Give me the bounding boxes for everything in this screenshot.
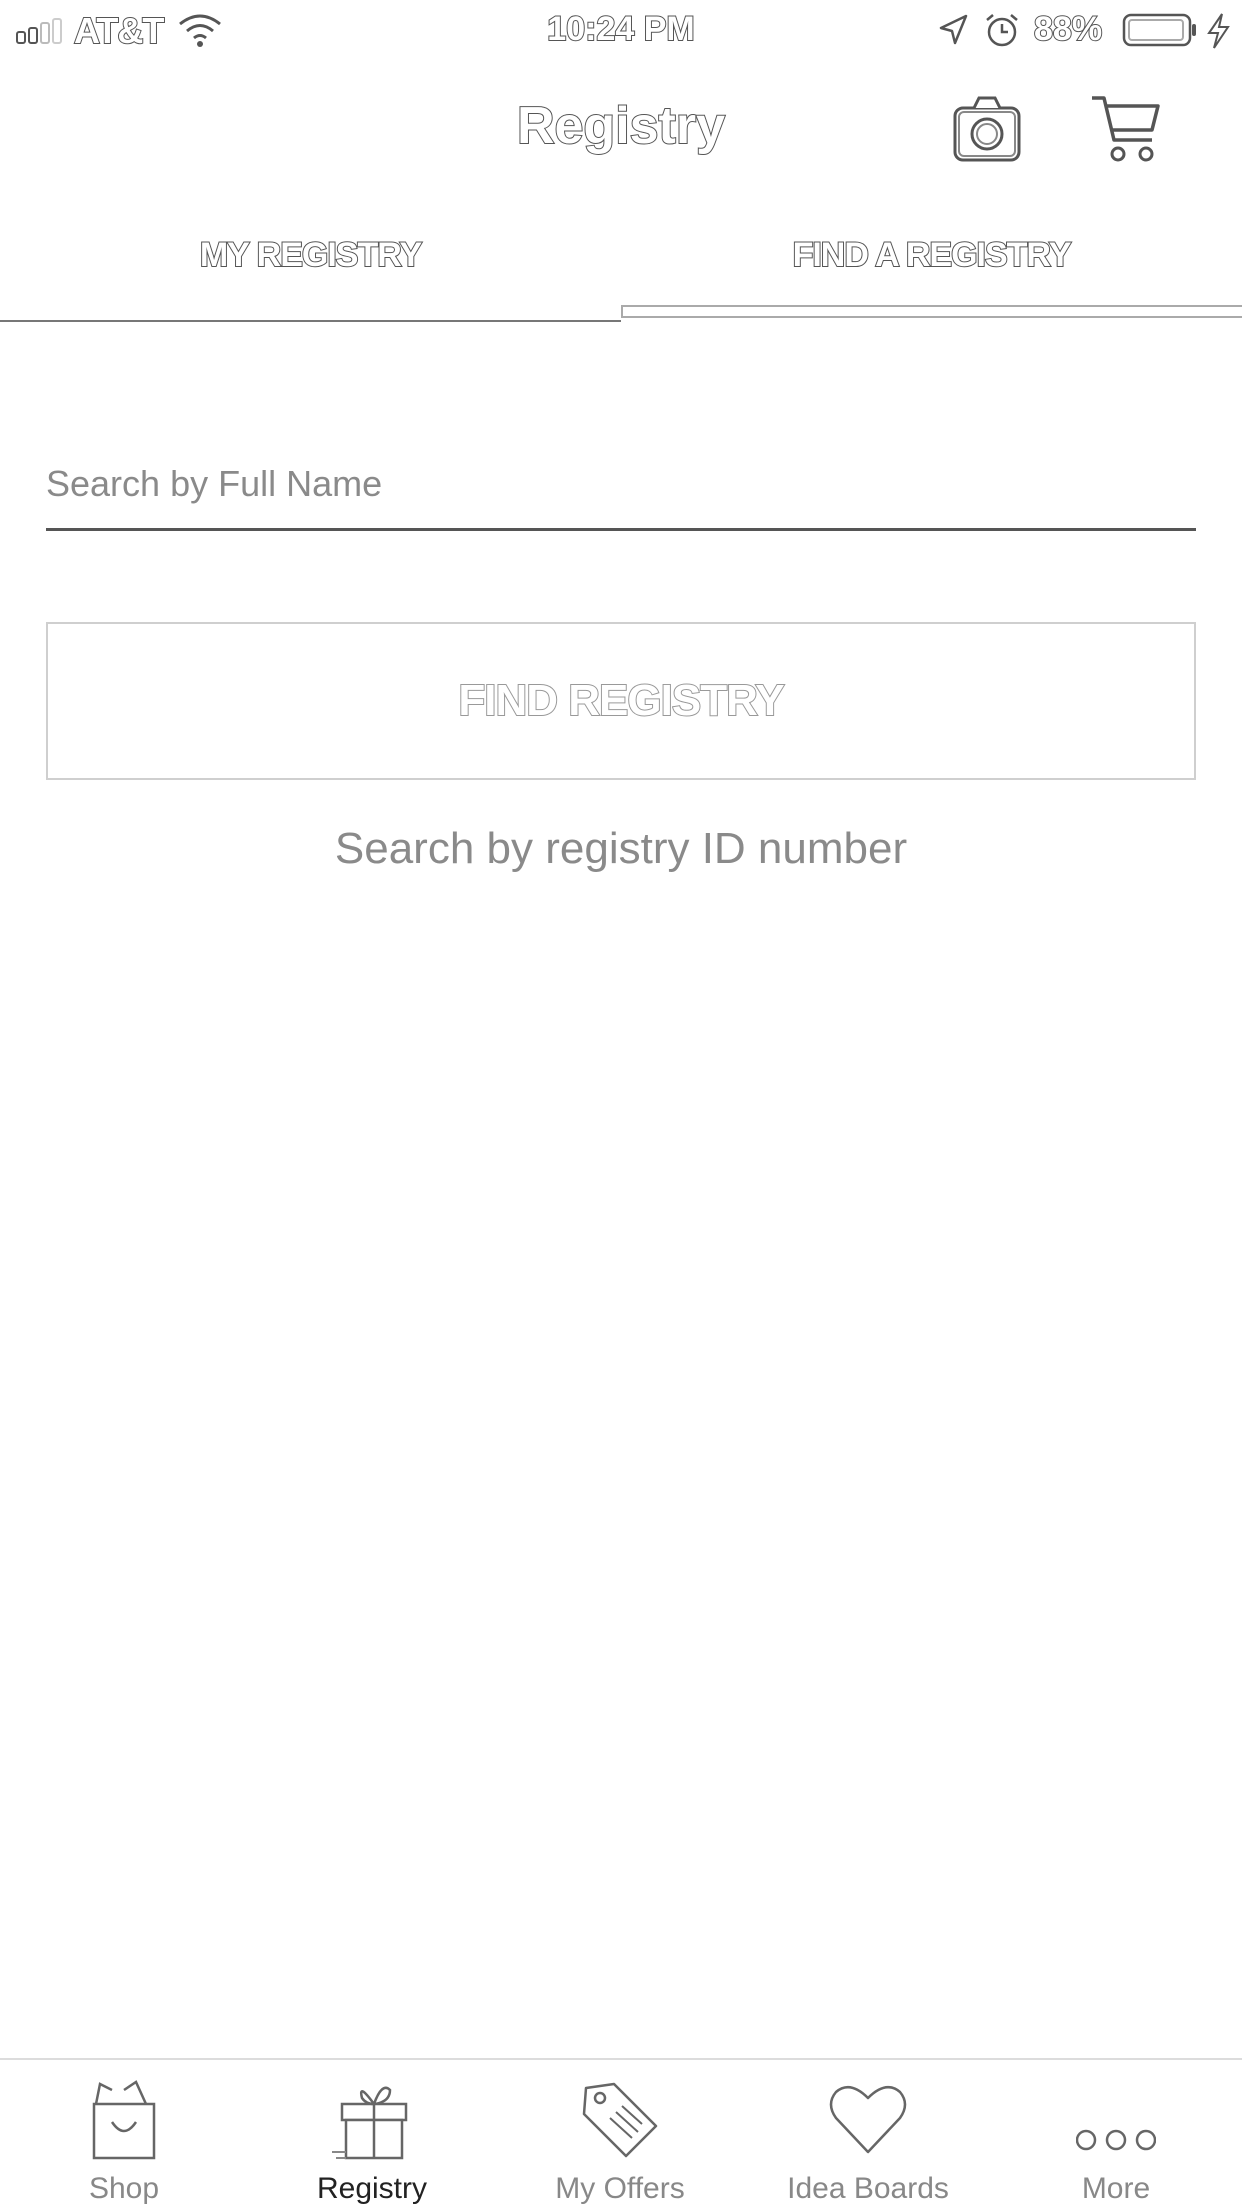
find-registry-button-label: FIND REGISTRY (457, 675, 785, 726)
tab-bar-registry[interactable]: Registry (248, 2060, 496, 2210)
status-time: 10:24 PM (546, 9, 695, 49)
shopping-bag-icon (92, 2080, 156, 2160)
tab-bar-idea-boards-label: Idea Boards (787, 2172, 949, 2205)
tag-icon (582, 2082, 658, 2158)
bottom-tab-bar: Shop Registry My Offers Idea Boards More (0, 2058, 1242, 2210)
gift-icon (332, 2086, 408, 2160)
cellular-signal-icon (16, 18, 62, 44)
tab-bar-shop-label: Shop (88, 2172, 160, 2205)
battery-percentage: 88% (1033, 9, 1103, 49)
battery-icon (1122, 13, 1196, 47)
page-title: Registry (516, 96, 726, 156)
shopping-cart-icon (1092, 96, 1160, 162)
status-bar: AT&T 10:24 PM 88% (0, 0, 1242, 60)
carrier-name: AT&T (73, 9, 165, 52)
tab-bar-my-offers-label: My Offers (555, 2172, 685, 2205)
more-dots-icon (1076, 2129, 1156, 2151)
tab-divider (0, 320, 621, 322)
tab-bar-shop[interactable]: Shop (0, 2060, 248, 2210)
tab-bar-idea-boards[interactable]: Idea Boards (744, 2060, 992, 2210)
alarm-clock-icon (986, 14, 1018, 47)
location-arrow-icon (939, 14, 968, 45)
tab-bar-more[interactable]: More (992, 2060, 1240, 2210)
tab-bar-registry-label: Registry (316, 2172, 428, 2205)
find-registry-button[interactable]: FIND REGISTRY (46, 622, 1196, 780)
tab-my-registry[interactable]: MY REGISTRY (0, 232, 621, 322)
camera-icon (953, 96, 1021, 162)
search-full-name-input[interactable] (46, 440, 1196, 531)
active-tab-indicator (621, 305, 1242, 318)
tab-bar-more-label: More (1081, 2172, 1151, 2205)
search-by-id-link[interactable]: Search by registry ID number (0, 824, 1242, 874)
heart-icon (829, 2085, 907, 2154)
camera-button[interactable] (952, 94, 1022, 164)
cart-button[interactable] (1090, 92, 1162, 164)
wifi-icon (179, 14, 221, 47)
charging-bolt-icon (1207, 13, 1230, 49)
tab-bar-my-offers[interactable]: My Offers (496, 2060, 744, 2210)
